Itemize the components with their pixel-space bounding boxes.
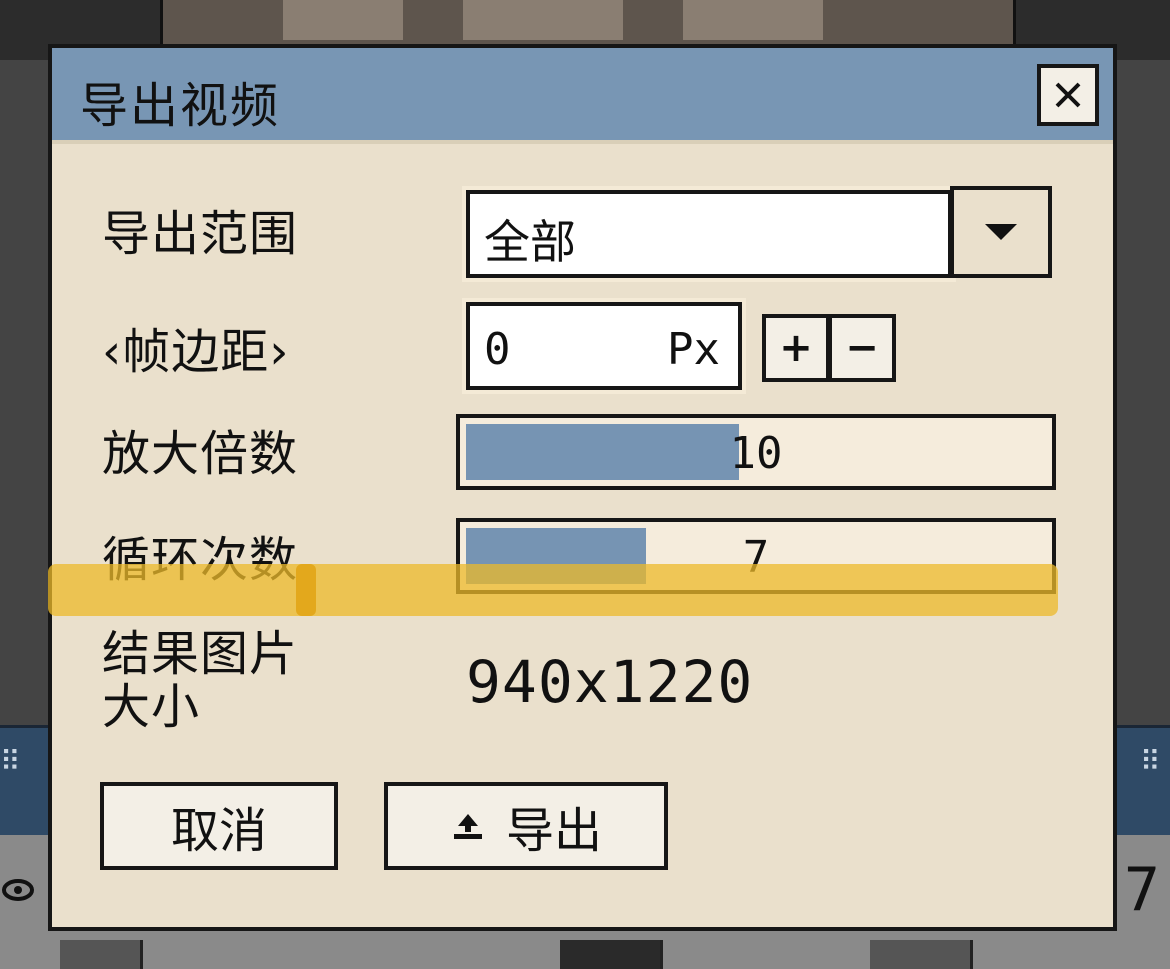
scale-value: 10 — [729, 428, 783, 479]
dialog-titlebar[interactable]: 导出视频 — [52, 48, 1113, 144]
result-size-value: 940x1220 — [466, 648, 754, 716]
frame-margin-value: 0 — [484, 324, 511, 375]
timeline-cell[interactable] — [60, 940, 143, 969]
drag-grip-icon[interactable]: ⠿ — [0, 748, 21, 776]
export-range-value: 全部 — [484, 215, 576, 269]
increment-button[interactable]: + — [762, 314, 830, 382]
dialog-title: 导出视频 — [80, 78, 281, 134]
result-size-label-line1: 结果图片 — [102, 626, 299, 682]
frame-number: 7 — [1123, 855, 1160, 925]
cancel-button[interactable]: 取消 — [100, 782, 338, 870]
result-size-label-line2: 大小 — [102, 678, 201, 735]
cancel-button-label: 取消 — [170, 803, 267, 859]
loop-count-value: 7 — [742, 532, 770, 583]
close-icon — [1055, 82, 1081, 108]
frame-margin-label: ‹帧边距› — [102, 324, 290, 380]
timeline-cell[interactable] — [870, 940, 973, 969]
loop-count-slider[interactable]: 7 — [456, 518, 1056, 594]
decrement-button[interactable]: − — [828, 314, 896, 382]
export-button[interactable]: 导出 — [384, 782, 668, 870]
triangle-down-icon — [985, 224, 1017, 240]
eye-icon[interactable] — [0, 870, 36, 906]
export-range-select[interactable]: 全部 — [466, 190, 952, 278]
scale-label: 放大倍数 — [102, 426, 299, 482]
export-video-dialog: 导出视频 导出范围 全部 ‹帧边距› 0 Px + − 放大倍数 10 循环次数… — [48, 44, 1117, 931]
scale-slider[interactable]: 10 — [456, 414, 1056, 490]
result-size-label: 结果图片 大小 — [102, 628, 298, 734]
frame-margin-unit: Px — [667, 324, 720, 375]
export-button-label: 导出 — [505, 803, 602, 859]
timeline-cell[interactable] — [560, 940, 663, 969]
frame-margin-input[interactable]: 0 Px — [466, 302, 742, 390]
close-button[interactable] — [1037, 64, 1099, 126]
export-range-dropdown-button[interactable] — [950, 186, 1052, 278]
drag-grip-icon[interactable]: ⠿ — [1140, 748, 1161, 776]
loop-count-label: 循环次数 — [102, 532, 299, 588]
upload-icon — [453, 814, 482, 839]
export-range-label: 导出范围 — [102, 206, 299, 262]
